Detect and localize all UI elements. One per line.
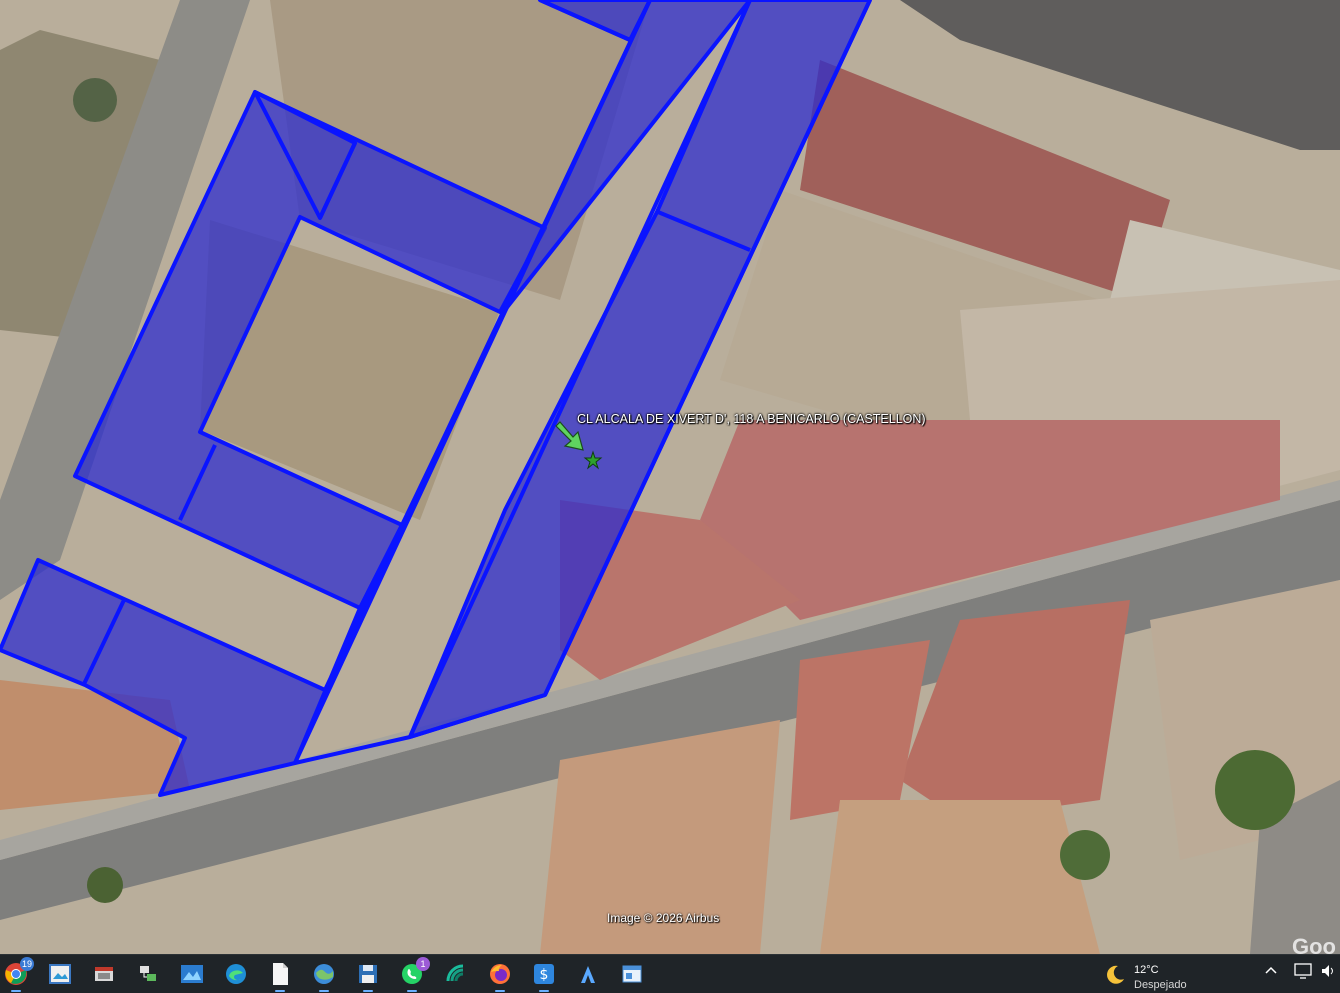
moon-icon: [1107, 965, 1124, 984]
whatsapp-badge: 1: [416, 957, 430, 971]
weather-temperature: 12°C: [1134, 964, 1159, 976]
explorer-icon[interactable]: [91, 961, 117, 987]
app-a-icon[interactable]: [575, 961, 601, 987]
imagery-attribution: Image © 2026 Airbus: [607, 911, 720, 925]
app-s-icon[interactable]: $: [531, 961, 557, 992]
image-viewer-icon[interactable]: [179, 961, 205, 987]
photos-icon[interactable]: [47, 961, 73, 987]
google-watermark: Goo: [1292, 934, 1336, 954]
window-app-icon[interactable]: [619, 961, 645, 987]
volume-icon[interactable]: [1320, 963, 1338, 982]
weather-condition: Despejado: [1134, 979, 1187, 991]
satellite-imagery: [0, 0, 1340, 954]
svg-text:$: $: [540, 967, 549, 983]
chevron-up-icon[interactable]: [1264, 963, 1278, 980]
network-icon[interactable]: [1294, 963, 1312, 982]
notepad-icon[interactable]: [267, 961, 293, 992]
edge-icon[interactable]: [223, 961, 249, 987]
wifi-analyzer-icon[interactable]: [443, 961, 469, 987]
placemark-label[interactable]: CL ALCALA DE XIVERT D', 118 A BENICARLO …: [577, 412, 926, 426]
save-disk-icon[interactable]: [355, 961, 381, 992]
network-manager-icon[interactable]: [135, 961, 161, 987]
whatsapp-icon[interactable]: 1: [399, 957, 430, 992]
satellite-map-view[interactable]: CL ALCALA DE XIVERT D', 118 A BENICARLO …: [0, 0, 1340, 954]
chrome-badge: 19: [20, 957, 34, 971]
chrome-icon[interactable]: 19: [3, 957, 34, 992]
google-earth-icon[interactable]: [311, 961, 337, 992]
firefox-icon[interactable]: [487, 961, 513, 992]
windows-taskbar: 19 1 $ 12°C Despejado: [0, 954, 1340, 993]
